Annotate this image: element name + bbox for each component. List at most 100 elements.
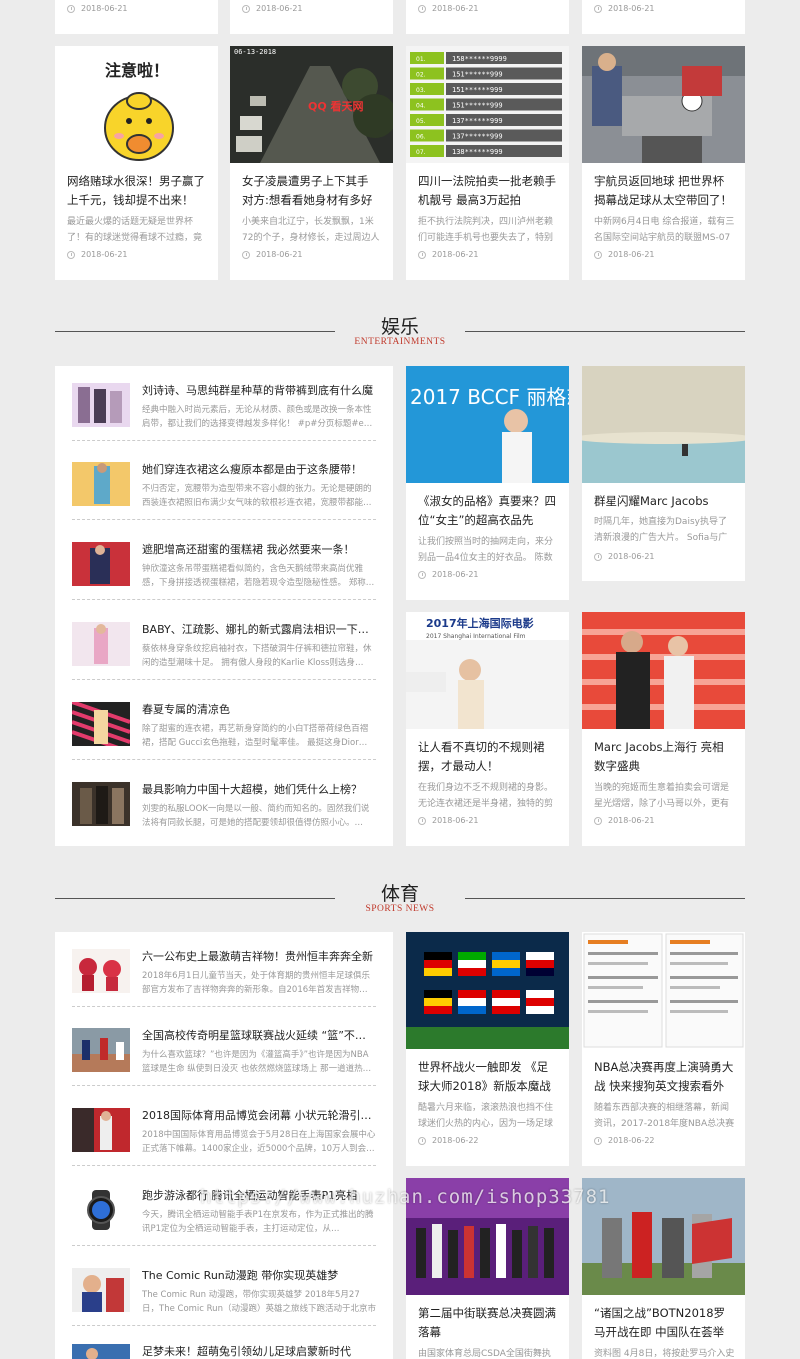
clock-icon — [594, 552, 602, 561]
news-desc: 资料图 4月8日，将按赴罗马介入史实… — [594, 1349, 735, 1359]
divider — [72, 1165, 376, 1166]
list-desc: 蔡依林身穿条纹挖肩袖衬衣，下搭破洞牛仔裤和德拉帘鞋，休闲的造型潮味十足。 拥有傲… — [142, 644, 372, 668]
news-title[interactable]: 第二届中街联赛总决赛圆满落幕 — [418, 1304, 559, 1342]
news-title[interactable]: “诸国之战”BOTN2018罗马开战在即 中国队在荟举办赛 — [594, 1304, 735, 1342]
list-title[interactable]: 刘诗诗、马思纯群星种草的背带裤到底有什么魔 — [142, 383, 376, 399]
list-item[interactable]: 刘诗诗、马思纯群星种草的背带裤到底有什么魔 经典中融入时尚元素后，无论从材质、颜… — [72, 383, 376, 445]
clock-icon — [418, 570, 426, 579]
news-desc: 让我们按照当时的抽网走向，来分别品一品4位女主的好衣品。 陈数的设定… — [418, 537, 554, 563]
flag-stripe — [458, 952, 486, 960]
list-item[interactable]: 遮肥增高还甜蜜的蛋糕裙 我必然要来一条！ 钟欣潼这条吊带蛋糕裙看似简约，含色天鹅… — [72, 542, 376, 604]
news-desc: 小美来自北辽宁，长发飘飘，1米72的个子，身材修长，走过周边人羡慕… — [242, 217, 380, 243]
flag-stripe — [424, 990, 452, 998]
list-thumbnail — [72, 949, 130, 993]
entertainment-card[interactable]: 2017年上海国际电影 2017 Shanghai International … — [406, 612, 569, 846]
flag-stripe — [424, 1006, 452, 1014]
list-item[interactable]: BABY、江疏影、娜扎的新式露肩法相识一下… 蔡依林身穿条纹挖肩袖衬衣，下搭破洞… — [72, 622, 376, 684]
list-title[interactable]: 全国高校传奇明星篮球联赛战火延续 “篮”不… — [142, 1028, 376, 1044]
clock-icon — [242, 250, 250, 259]
news-thumbnail — [582, 612, 745, 729]
list-title[interactable]: 春夏专属的清凉色 — [142, 702, 376, 718]
news-card[interactable]: 01. 158******9999 02. 151******999 03. 151***… — [406, 46, 569, 280]
news-title[interactable]: 让人看不真切的不规则裙摆，才最动人！ — [418, 738, 559, 776]
clock-icon — [594, 250, 602, 259]
news-title[interactable]: NBA总决赛再度上演骑勇大战 快来搜狗英文搜索看外媒 — [594, 1058, 735, 1096]
list-title[interactable]: The Comic Run动漫跑 带你实现英雄梦 — [142, 1268, 376, 1284]
divider — [72, 759, 376, 760]
flag-stripe — [526, 998, 554, 1006]
news-thumbnail — [406, 932, 569, 1049]
list-title[interactable]: 遮肥增高还甜蜜的蛋糕裙 我必然要来一条！ — [142, 542, 376, 558]
list-thumbnail — [72, 1028, 130, 1072]
list-item[interactable]: 春夏专属的清凉色 除了甜蜜的连衣裙，再艺新身穿简约的小白T搭蒂荷绿色百褶裙，搭配… — [72, 702, 376, 764]
list-desc: 除了甜蜜的连衣裙，再艺新身穿简约的小白T搭蒂荷绿色百褶裙，搭配 Gucci玄色拖… — [142, 724, 369, 748]
news-thumbnail: 06-13-2018 QQ 看天网 — [230, 46, 393, 163]
list-thumbnail — [72, 702, 130, 746]
top-card-4[interactable]: 2018-06-21 — [582, 0, 745, 34]
news-card[interactable]: 注意啦！ 网络赌球水很深！男子赢了上千元，钱却提不出来！ 最近最火爆的话题无疑是… — [55, 46, 218, 280]
entertainment-card[interactable]: 群星闪耀Marc Jacobs 时隔几年，她直接为Daisy执导了清新浪漫的广告… — [582, 366, 745, 581]
list-item[interactable]: 她们穿连衣裙这么瘦原本都是由于这条腰带！ 不归否定，宽腰带为造型带来不容小觑的张… — [72, 462, 376, 524]
news-thumbnail — [582, 932, 745, 1049]
entertainment-card[interactable]: 2017 BCCF 丽格慈善基金会 启动仪式 《淑女的品格》真要来？四位“女主”… — [406, 366, 569, 600]
phone-number: 138******999 — [452, 148, 503, 156]
list-item[interactable]: 2018国际体育用品博览会闭幕 小状元轮滑引… 2018中国国际体育用品博览会于… — [72, 1108, 376, 1170]
list-title[interactable]: BABY、江疏影、娜扎的新式露肩法相识一下… — [142, 622, 376, 638]
flag-stripe — [526, 960, 554, 968]
news-title[interactable]: 女子凌晨遭男子上下其手 对方:想看看她身材有多好 — [242, 172, 383, 210]
list-title[interactable]: 六一公布史上最激萌吉祥物！贵州恒丰奔奔全新 — [142, 949, 376, 965]
list-title[interactable]: 足梦未来！超萌兔引领幼儿足球启蒙新时代 — [142, 1344, 376, 1359]
news-title[interactable]: 网络赌球水很深！男子赢了上千元，钱却提不出来！ — [67, 172, 208, 210]
news-card[interactable]: 06-13-2018 QQ 看天网 女子凌晨遭男子上下其手 对方:想看看她身材有… — [230, 46, 393, 280]
news-desc: 拒不执行法院判决，四川泸州老赖们可能连手机号也要失去了，特别是一些… — [418, 217, 554, 243]
clock-icon — [418, 1136, 426, 1145]
number-tag-label: 06. — [416, 134, 426, 141]
list-thumbnail — [72, 1108, 130, 1152]
news-thumbnail — [582, 46, 745, 163]
news-title[interactable]: 宇航员返回地球 把世界杯揭幕战足球从太空带回了！ — [594, 172, 735, 210]
news-desc: 在我们身边不乏不规则裙的身影。无论连衣裙还是半身裙，独特的剪裁技艺… — [418, 783, 554, 809]
list-item[interactable]: 最具影响力中国十大超模，她们凭什么上榜？ 刘雯的私服LOOK一向是以一般、简约而… — [72, 782, 376, 844]
list-desc: 今天，腾讯全栖运动智能手表P1在京发布，作为正式推出的腾讯P1定位为全栖运动智能… — [142, 1210, 374, 1234]
list-desc: 刘雯的私服LOOK一向是以一般、简约而知名的。固然我们说法将有同款长腿，可是她的… — [142, 804, 370, 828]
flag-stripe — [458, 998, 486, 1006]
divider — [72, 440, 376, 441]
sports-card[interactable]: 世界杯战火一触即发 《足球大师2018》新版本魔战俄罗 酷暑六月来临，滚滚热浪也… — [406, 932, 569, 1166]
list-desc: 为什么喜欢篮球？”也许是因为《灌篮高手》”也许是因为NBA 篮球是生命 纵使到日… — [142, 1050, 372, 1074]
section-title[interactable]: 体育 — [55, 879, 745, 906]
list-title[interactable]: 最具影响力中国十大超模，她们凭什么上榜？ — [142, 782, 376, 798]
list-item[interactable]: 全国高校传奇明星篮球联赛战火延续 “篮”不… 为什么喜欢篮球？”也许是因为《灌篮… — [72, 1028, 376, 1090]
entertainment-section-header: 娱乐 ENTERTAINMENTS — [55, 312, 745, 352]
list-title[interactable]: 她们穿连衣裙这么瘦原本都是由于这条腰带！ — [142, 462, 376, 478]
flag-stripe — [492, 990, 520, 998]
svg-text:2017 BCCF 丽格慈善基金会 启动仪式: 2017 BCCF 丽格慈善基金会 启动仪式 — [410, 385, 569, 409]
news-title[interactable]: Marc Jacobs上海行 亮相数字盛典 — [594, 738, 735, 776]
sports-list: 六一公布史上最激萌吉祥物！贵州恒丰奔奔全新 2018年6月1日儿童节当天，处于体… — [55, 932, 393, 1359]
section-title[interactable]: 娱乐 — [55, 312, 745, 339]
top-card-2[interactable]: 2018-06-21 — [230, 0, 393, 34]
entertainment-card[interactable]: Marc Jacobs上海行 亮相数字盛典 当晚的宛姬而生意着拍卖会可谓是星光熠… — [582, 612, 745, 846]
phone-number: 158******9999 — [452, 55, 507, 63]
flag-stripe — [424, 960, 452, 968]
phone-number: 137******999 — [452, 133, 503, 141]
svg-text:2017年上海国际电影: 2017年上海国际电影 — [426, 616, 534, 630]
news-card[interactable]: 宇航员返回地球 把世界杯揭幕战足球从太空带回了！ 中新网6月4日电 综合报道，载… — [582, 46, 745, 280]
news-desc: 时隔几年，她直接为Daisy执导了清新浪漫的广告大片。 Sofia与广告模特… — [594, 517, 728, 543]
news-thumbnail: 注意啦！ — [55, 46, 218, 163]
sports-card[interactable]: NBA总决赛再度上演骑勇大战 快来搜狗英文搜索看外媒 随着东西部决赛的相继落幕，… — [582, 932, 745, 1166]
news-desc: 当晚的宛姬而生意着拍卖会可谓是星光熠熠，除了小马哥以外，更有众多当… — [594, 783, 730, 809]
list-title[interactable]: 2018国际体育用品博览会闭幕 小状元轮滑引… — [142, 1108, 376, 1124]
flag-stripe — [424, 998, 452, 1006]
news-title[interactable]: 《淑女的品格》真要来？四位“女主”的超高衣品先 — [418, 492, 559, 530]
list-item[interactable]: 六一公布史上最激萌吉祥物！贵州恒丰奔奔全新 2018年6月1日儿童节当天，处于体… — [72, 949, 376, 1011]
top-card-3[interactable]: 2018-06-21 — [406, 0, 569, 34]
list-item[interactable]: The Comic Run动漫跑 带你实现英雄梦 The Comic Run 动… — [72, 1268, 376, 1330]
flag-stripe — [458, 1006, 486, 1014]
flag-stripe — [424, 968, 452, 976]
news-desc: 由国家体育总局CSDA全国街舞执行委… — [418, 1349, 551, 1359]
news-title[interactable]: 四川一法院拍卖一批老赖手机靓号 最高3万起拍 — [418, 172, 559, 210]
top-card-1[interactable]: 2018-06-21 — [55, 0, 218, 34]
news-title[interactable]: 世界杯战火一触即发 《足球大师2018》新版本魔战俄罗 — [418, 1058, 559, 1096]
list-item[interactable]: 足梦未来！超萌兔引领幼儿足球启蒙新时代 — [72, 1344, 376, 1359]
clock-icon — [594, 1136, 602, 1145]
